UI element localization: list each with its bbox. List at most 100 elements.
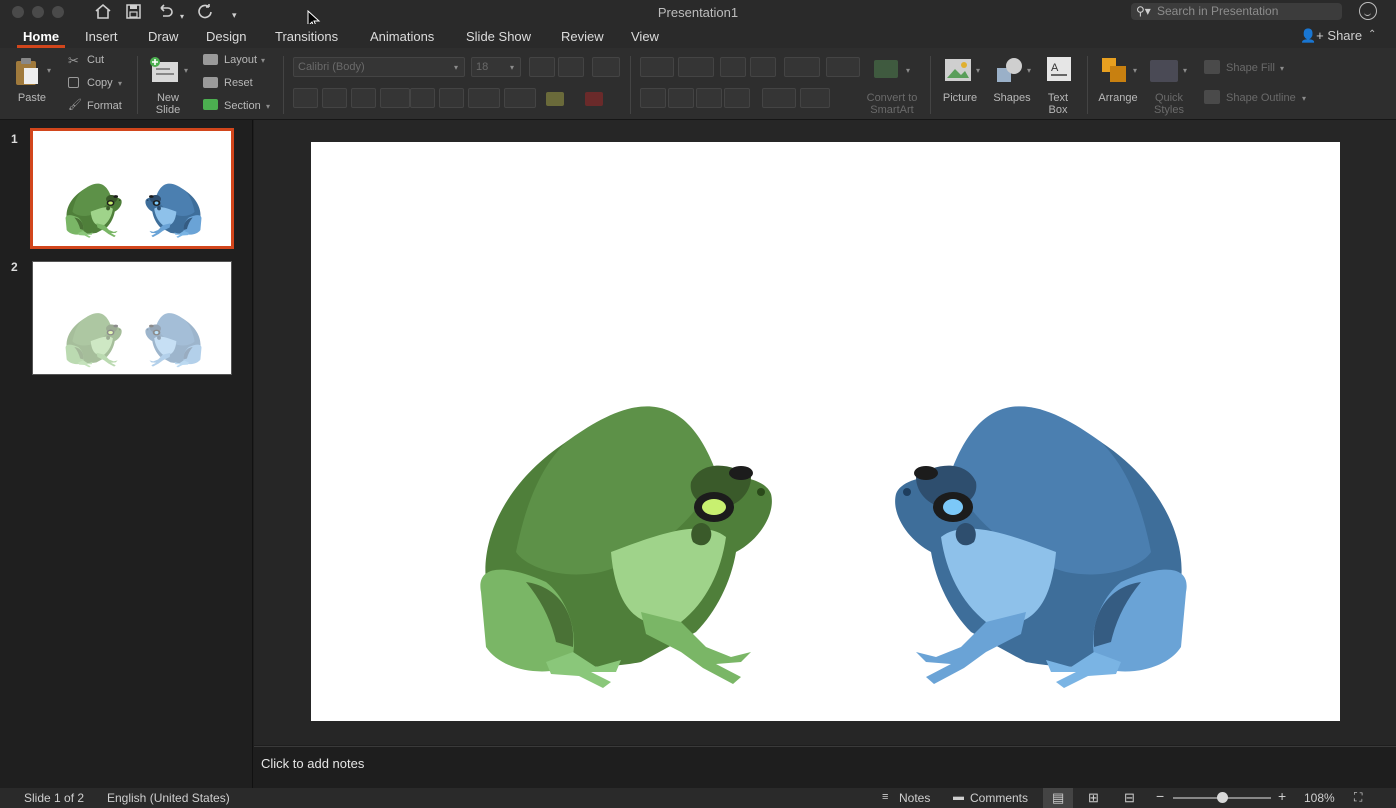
tab-design[interactable]: Design	[206, 29, 246, 44]
text-box-button[interactable]: Text Box	[1038, 92, 1078, 116]
fit-to-window-icon[interactable]: ⛶	[1354, 790, 1362, 805]
tab-slide-show[interactable]: Slide Show	[466, 29, 531, 44]
format-painter-button[interactable]: Format	[87, 100, 122, 112]
normal-view-icon: ▤	[1052, 790, 1065, 805]
clear-formatting-button[interactable]	[592, 57, 620, 77]
convert-to-smartart-button[interactable]: Convert to SmartArt	[860, 92, 924, 116]
copy-button[interactable]: Copy	[87, 77, 113, 89]
font-color-icon[interactable]	[585, 92, 603, 106]
tab-insert[interactable]: Insert	[85, 29, 118, 44]
italic-button[interactable]	[322, 88, 347, 108]
new-slide-button[interactable]: New Slide	[148, 92, 188, 116]
feedback-smiley-icon[interactable]	[1359, 2, 1377, 20]
picture-dropdown-icon[interactable]: ▾	[976, 66, 980, 75]
layout-dropdown-icon[interactable]: ▾	[261, 56, 265, 65]
highlight-color-icon[interactable]	[546, 92, 564, 106]
new-slide-label-2: Slide	[155, 104, 181, 116]
paste-dropdown-icon[interactable]: ▾	[47, 66, 51, 75]
superscript-button[interactable]	[410, 88, 435, 108]
decrease-indent-button[interactable]	[720, 57, 746, 77]
reset-button[interactable]: Reset	[224, 77, 253, 89]
tab-transitions[interactable]: Transitions	[275, 29, 338, 44]
character-spacing-button[interactable]	[468, 88, 500, 108]
justify-button[interactable]	[724, 88, 750, 108]
collapse-ribbon-icon[interactable]: ⌃	[1368, 29, 1376, 40]
increase-font-size-button[interactable]	[529, 57, 555, 77]
textbox-label-2: Box	[1048, 104, 1068, 116]
copy-dropdown-icon[interactable]: ▾	[118, 79, 122, 88]
line-spacing-button[interactable]	[784, 57, 820, 77]
new-slide-dropdown-icon[interactable]: ▾	[184, 66, 188, 75]
zoom-out-icon[interactable]: −	[1156, 788, 1164, 804]
ribbon-separator	[283, 56, 284, 114]
picture-button[interactable]: Picture	[938, 92, 982, 104]
bold-button[interactable]	[293, 88, 318, 108]
shape-outline-button[interactable]: Shape Outline	[1226, 92, 1296, 104]
text-direction-button[interactable]	[762, 88, 796, 108]
numbering-button[interactable]	[678, 57, 714, 77]
shape-fill-button[interactable]: Shape Fill	[1226, 62, 1275, 74]
tab-review[interactable]: Review	[561, 29, 604, 44]
presenter-view-icon[interactable]: ⊟	[1124, 790, 1135, 806]
slide-sorter-icon[interactable]: ⊞	[1088, 790, 1099, 806]
align-center-button[interactable]	[668, 88, 694, 108]
shapes-button[interactable]: Shapes	[990, 92, 1034, 104]
section-button[interactable]: Section	[224, 100, 261, 112]
picture-icon[interactable]	[944, 58, 972, 82]
add-person-icon: 👤+	[1300, 28, 1324, 43]
notes-toggle-button[interactable]: Notes	[899, 791, 930, 805]
font-size-field[interactable]: 18 ▾	[471, 57, 521, 77]
paste-icon[interactable]	[14, 56, 40, 86]
tab-draw[interactable]: Draw	[148, 29, 178, 44]
shape-outline-icon	[1204, 90, 1220, 104]
notes-pane[interactable]: Click to add notes	[254, 746, 1396, 786]
quick-styles-dropdown-icon[interactable]: ▾	[1183, 66, 1187, 75]
ribbon-separator	[1087, 56, 1088, 114]
slide-thumbnail-2[interactable]	[32, 261, 232, 375]
tab-animations[interactable]: Animations	[370, 29, 434, 44]
shapes-dropdown-icon[interactable]: ▾	[1027, 66, 1031, 75]
search-input[interactable]: ⚲▾ Search in Presentation	[1131, 3, 1342, 20]
subscript-button[interactable]	[439, 88, 464, 108]
increase-indent-button[interactable]	[750, 57, 776, 77]
shapes-icon[interactable]	[995, 56, 1025, 84]
tab-view[interactable]: View	[631, 29, 659, 44]
change-case-button[interactable]	[504, 88, 536, 108]
layout-button[interactable]: Layout	[224, 54, 257, 66]
align-right-button[interactable]	[696, 88, 722, 108]
format-painter-icon: 🖌	[68, 99, 82, 111]
tab-home[interactable]: Home	[23, 29, 59, 44]
align-text-button[interactable]	[800, 88, 830, 108]
language-text[interactable]: English (United States)	[107, 791, 230, 805]
smartart-dropdown-icon[interactable]: ▾	[906, 66, 910, 75]
convert-label-2: SmartArt	[870, 104, 914, 116]
ribbon: ▾ Paste ✂ Cut Copy ▾ 🖌 Format ▾ New Slide…	[0, 48, 1396, 120]
text-box-icon[interactable]: A	[1046, 56, 1072, 82]
align-left-button[interactable]	[640, 88, 666, 108]
new-slide-icon[interactable]	[148, 56, 180, 84]
zoom-in-icon[interactable]: +	[1278, 788, 1286, 804]
columns-button[interactable]	[826, 57, 860, 77]
arrange-button[interactable]: Arrange	[1094, 92, 1142, 104]
slide-number: 1	[11, 132, 18, 146]
strikethrough-button[interactable]	[380, 88, 410, 108]
frogs-illustration[interactable]	[311, 142, 1340, 721]
zoom-slider-knob[interactable]	[1217, 792, 1228, 803]
slide-canvas[interactable]	[311, 142, 1340, 721]
arrange-icon[interactable]	[1100, 56, 1130, 84]
slide-thumbnail-1[interactable]	[30, 128, 234, 249]
comments-toggle-button[interactable]: Comments	[970, 791, 1028, 805]
quick-styles-button[interactable]: Quick Styles	[1146, 92, 1192, 116]
section-dropdown-icon[interactable]: ▾	[266, 102, 270, 111]
zoom-level-text[interactable]: 108%	[1304, 791, 1335, 805]
cut-button[interactable]: Cut	[87, 54, 104, 66]
shape-outline-dropdown-icon[interactable]: ▾	[1302, 94, 1306, 103]
underline-button[interactable]	[351, 88, 376, 108]
bullets-button[interactable]	[640, 57, 674, 77]
font-name-field[interactable]: Calibri (Body) ▾	[293, 57, 465, 77]
paste-button[interactable]: Paste	[12, 92, 52, 104]
decrease-font-size-button[interactable]	[558, 57, 584, 77]
shape-fill-dropdown-icon[interactable]: ▾	[1280, 64, 1284, 73]
share-button[interactable]: 👤+ Share	[1300, 28, 1362, 44]
arrange-dropdown-icon[interactable]: ▾	[1133, 66, 1137, 75]
